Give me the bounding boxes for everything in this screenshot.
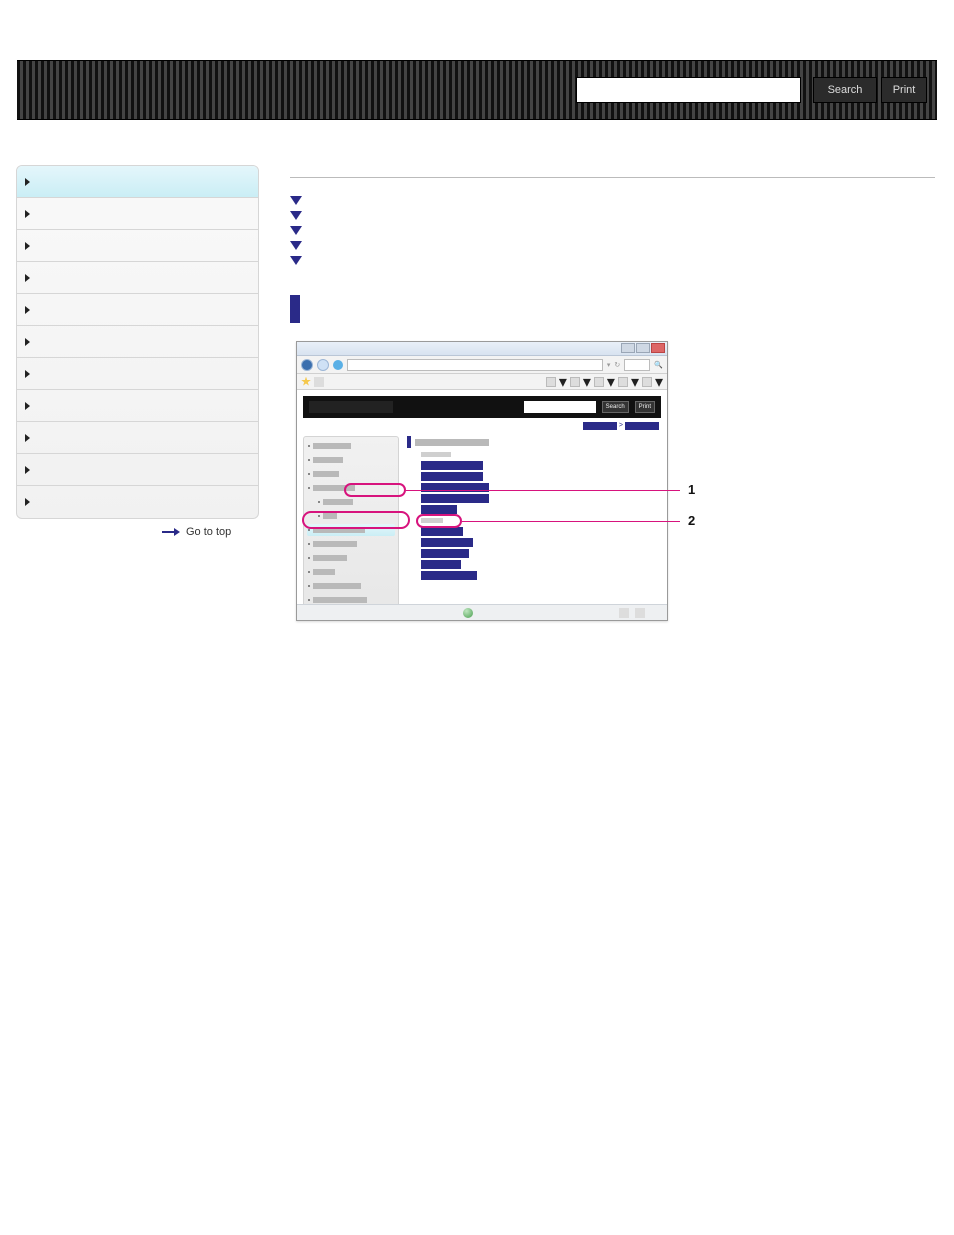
- sidebar-item-4[interactable]: [17, 294, 258, 326]
- illus-logo: [309, 401, 393, 413]
- arrow-right-icon: [162, 528, 180, 536]
- illus-favorites-icon: [301, 377, 311, 387]
- illus-highlighted-link: [421, 505, 457, 514]
- illus-forward-icon: [317, 359, 329, 371]
- anchor-link-2[interactable]: [290, 226, 935, 235]
- illus-sidebar: [303, 436, 399, 618]
- illus-window: ▾ ↻ 🔍 ▾ ▾ ▾ ▾ ▾: [296, 341, 668, 621]
- illus-toolbar-icon: [642, 377, 652, 387]
- illus-address-bar: [347, 359, 603, 371]
- sidebar-item-10[interactable]: [17, 486, 258, 518]
- illus-toolbar-icon: [594, 377, 604, 387]
- illus-print-button: Print: [635, 401, 655, 413]
- section-heading: [290, 295, 935, 323]
- top-bar: Search Print: [17, 60, 937, 120]
- anchor-link-3[interactable]: [290, 241, 935, 250]
- callout-number-2: 2: [688, 513, 695, 528]
- illus-section-bar: [407, 436, 411, 448]
- illus-header: Search Print: [303, 396, 661, 418]
- search-input[interactable]: [576, 77, 801, 103]
- sidebar: [16, 165, 259, 519]
- illus-resize-grip-icon: [651, 608, 661, 618]
- illus-toolbar-icon: [570, 377, 580, 387]
- illus-tab-icon: [314, 377, 324, 387]
- goto-top-link[interactable]: Go to top: [162, 526, 231, 538]
- search-button[interactable]: Search: [813, 77, 877, 103]
- help-illustration: ▾ ↻ 🔍 ▾ ▾ ▾ ▾ ▾: [296, 341, 668, 621]
- illus-close-icon: [651, 343, 665, 353]
- illus-toolbar-icon: [546, 377, 556, 387]
- illus-max-icon: [636, 343, 650, 353]
- illus-min-icon: [621, 343, 635, 353]
- sidebar-item-6[interactable]: [17, 358, 258, 390]
- illus-breadcrumb: >: [297, 422, 659, 430]
- illus-toolbar: ▾ ▾ ▾ ▾ ▾: [297, 374, 667, 390]
- sidebar-item-8[interactable]: [17, 422, 258, 454]
- anchor-link-1[interactable]: [290, 211, 935, 220]
- title-divider: [290, 177, 935, 178]
- sidebar-item-3[interactable]: [17, 262, 258, 294]
- sidebar-item-5[interactable]: [17, 326, 258, 358]
- illus-status-icon: [619, 608, 629, 618]
- illus-search-button: Search: [602, 401, 629, 413]
- goto-top-label: Go to top: [186, 526, 231, 538]
- illus-titlebar: [297, 342, 667, 356]
- sidebar-item-0[interactable]: [17, 166, 258, 198]
- illus-browser-icon: [333, 360, 343, 370]
- triangle-down-icon: [290, 226, 302, 235]
- triangle-down-icon: [290, 196, 302, 205]
- illus-search-box: [624, 359, 650, 371]
- triangle-down-icon: [290, 211, 302, 220]
- callout-number-1: 1: [688, 482, 695, 497]
- illus-back-icon: [301, 359, 313, 371]
- sidebar-item-9[interactable]: [17, 454, 258, 486]
- triangle-down-icon: [290, 241, 302, 250]
- illus-sidebar-active-item: [307, 524, 395, 536]
- section-accent-bar: [290, 295, 300, 323]
- illus-globe-icon: [463, 608, 473, 618]
- illus-status-bar: [297, 604, 667, 620]
- sidebar-item-1[interactable]: [17, 198, 258, 230]
- illus-search-input: [524, 401, 596, 413]
- sidebar-item-7[interactable]: [17, 390, 258, 422]
- anchor-link-0[interactable]: [290, 196, 935, 205]
- anchor-list: [290, 196, 935, 265]
- sidebar-item-2[interactable]: [17, 230, 258, 262]
- illus-status-icon: [635, 608, 645, 618]
- print-button[interactable]: Print: [881, 77, 927, 103]
- main-content: ▾ ↻ 🔍 ▾ ▾ ▾ ▾ ▾: [290, 165, 935, 621]
- anchor-link-4[interactable]: [290, 256, 935, 265]
- illus-content: [407, 436, 661, 618]
- illus-toolbar-icon: [618, 377, 628, 387]
- triangle-down-icon: [290, 256, 302, 265]
